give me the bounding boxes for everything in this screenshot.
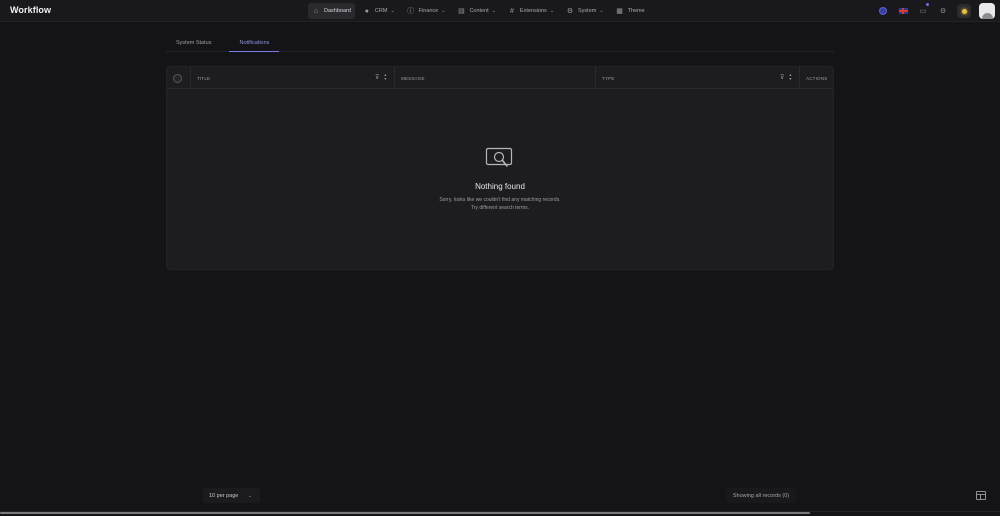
column-actions-label: ACTIONS	[806, 75, 828, 81]
grid-icon: #	[509, 7, 514, 15]
nav-dashboard-label: Dashboard	[324, 8, 351, 14]
nav-content[interactable]: ▤ Content ⌄	[453, 3, 499, 19]
nav-crm-label: CRM	[374, 8, 388, 14]
finance-icon: ⓘ	[407, 7, 415, 15]
avatar[interactable]	[979, 3, 995, 19]
type-column-tools: ⊽ ▲ ▼	[780, 73, 792, 81]
empty-state-message: Sorry, looks like we couldn't find any m…	[167, 196, 833, 212]
globe-icon[interactable]	[877, 5, 889, 17]
theme-icon: ▦	[616, 7, 623, 15]
tab-bar: System Status Notifications	[166, 34, 834, 52]
select-all-checkbox[interactable]	[173, 73, 182, 83]
gear-icon: ⚙	[566, 7, 574, 15]
notifications-table: TITLE ⊽ ▲ ▼ MESSAGE TYPE ⊽ ▲ ▼ ACTIONS Not…	[166, 66, 834, 270]
chevron-down-icon: ⌄	[390, 8, 395, 14]
title-column-tools: ⊽ ▲ ▼	[375, 73, 387, 81]
column-type[interactable]: TYPE ⊽ ▲ ▼	[595, 67, 799, 89]
theme-toggle-icon[interactable]	[957, 4, 971, 18]
empty-state: Nothing found Sorry, looks like we could…	[167, 147, 833, 212]
chevron-down-icon: ⌄	[599, 8, 604, 14]
nav-system-label: System	[578, 8, 597, 14]
filter-icon[interactable]: ⊽	[780, 74, 785, 81]
notification-dot	[926, 3, 929, 6]
nav-finance[interactable]: ⓘ Finance ⌄	[403, 3, 450, 19]
top-bar: Workflow ⌂ Dashboard ● CRM ⌄ ⓘ Finance ⌄…	[0, 0, 1000, 22]
nav-finance-label: Finance	[418, 8, 439, 14]
empty-state-title: Nothing found	[475, 182, 525, 191]
tab-notifications[interactable]: Notifications	[229, 34, 280, 52]
panel-layout-icon[interactable]	[976, 491, 986, 500]
nav-theme-label: Theme	[627, 8, 645, 14]
table-header: TITLE ⊽ ▲ ▼ MESSAGE TYPE ⊽ ▲ ▼ ACTIONS	[167, 67, 833, 89]
sort-icon[interactable]: ▲ ▼	[789, 73, 793, 81]
records-count: Showing all records (0)	[726, 488, 796, 503]
chevron-down-icon: ⌄	[441, 8, 446, 14]
settings-icon[interactable]: ⚙	[937, 5, 949, 17]
per-page-select[interactable]: 10 per page ⌄	[203, 488, 260, 503]
column-actions: ACTIONS	[799, 67, 833, 89]
nav-crm[interactable]: ● CRM ⌄	[359, 3, 399, 19]
chevron-down-icon: ⌄	[549, 8, 555, 14]
column-title-label: TITLE	[197, 75, 211, 81]
nav-extensions[interactable]: # Extensions ⌄	[504, 3, 558, 19]
sort-icon[interactable]: ▲ ▼	[384, 73, 388, 81]
nav-extensions-label: Extensions	[519, 8, 547, 14]
search-document-icon	[485, 147, 513, 167]
chevron-down-icon: ⌄	[247, 492, 252, 499]
select-all-cell	[173, 67, 191, 89]
nav-system[interactable]: ⚙ System ⌄	[562, 3, 608, 19]
nav-theme[interactable]: ▦ Theme	[612, 3, 649, 19]
nav-content-label: Content	[469, 8, 489, 14]
per-page-value: 10 per page	[209, 492, 239, 499]
column-title[interactable]: TITLE ⊽ ▲ ▼	[190, 67, 390, 89]
topbar-actions: ▭ ⚙	[869, 0, 1000, 22]
column-type-label: TYPE	[602, 75, 615, 81]
column-message-label: MESSAGE	[401, 75, 425, 81]
home-icon: ⌂	[313, 7, 319, 15]
nav-dashboard[interactable]: ⌂ Dashboard	[308, 3, 355, 19]
language-flag-icon[interactable]	[897, 5, 909, 17]
empty-state-line-2: Try different search terms.	[470, 205, 530, 211]
user-icon: ●	[364, 7, 370, 15]
tab-system-status[interactable]: System Status	[166, 34, 221, 52]
chevron-down-icon: ⌄	[491, 8, 496, 14]
notifications-icon[interactable]: ▭	[917, 3, 929, 17]
empty-state-line-1: Sorry, looks like we couldn't find any m…	[439, 197, 561, 203]
filter-icon[interactable]: ⊽	[375, 74, 380, 81]
column-message[interactable]: MESSAGE	[394, 67, 595, 89]
content-icon: ▤	[458, 7, 465, 15]
main-nav: ⌂ Dashboard ● CRM ⌄ ⓘ Finance ⌄ ▤ Conten…	[308, 3, 653, 19]
app-title[interactable]: Workflow	[10, 5, 51, 15]
horizontal-scrollbar[interactable]	[0, 512, 810, 514]
